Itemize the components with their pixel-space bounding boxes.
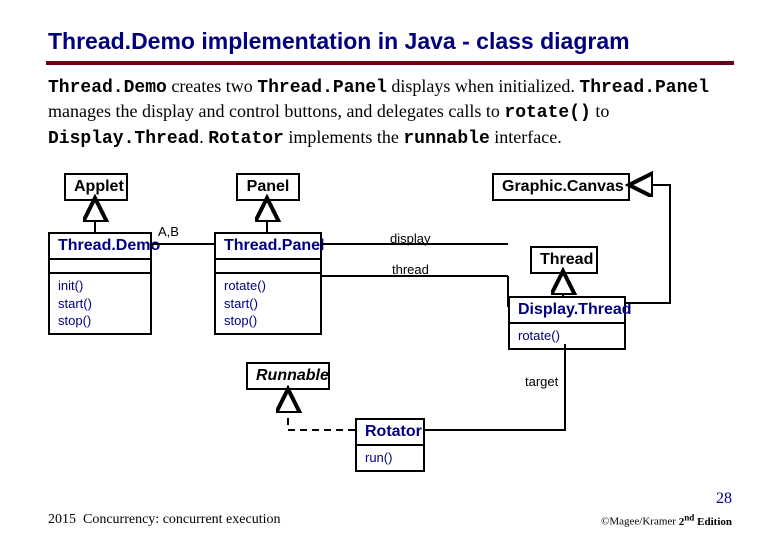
slide-title: Thread.Demo implementation in Java - cla… bbox=[0, 0, 780, 61]
class-name: Thread.Panel bbox=[216, 234, 320, 258]
footer-year: 2015 bbox=[48, 512, 76, 527]
t: . bbox=[199, 127, 208, 147]
class-name: Panel bbox=[238, 175, 298, 199]
t: to bbox=[591, 101, 610, 121]
title-rule bbox=[46, 61, 734, 65]
class-attrs bbox=[216, 258, 320, 272]
copy-pre: ©Magee/Kramer bbox=[601, 516, 679, 528]
class-panel: Panel bbox=[236, 173, 300, 201]
class-threadpanel: Thread.Panel rotate()start()stop() bbox=[214, 232, 322, 335]
t: displays when initialized. bbox=[387, 76, 579, 96]
class-name: Applet bbox=[66, 175, 126, 199]
class-applet: Applet bbox=[64, 173, 128, 201]
copy-post: Edition bbox=[694, 516, 732, 528]
assoc-role-thread: thread bbox=[392, 262, 429, 277]
t: manages the display and control buttons,… bbox=[48, 101, 504, 121]
code: runnable bbox=[403, 129, 489, 149]
class-graphiccanvas: Graphic.Canvas bbox=[492, 173, 630, 201]
assoc-role-target: target bbox=[525, 374, 558, 389]
assoc-role-display: display bbox=[390, 231, 430, 246]
t: interface. bbox=[490, 127, 562, 147]
code: rotate() bbox=[504, 103, 590, 123]
class-methods: run() bbox=[357, 444, 423, 470]
class-diagram: Applet Panel Graphic.Canvas Thread.Demo … bbox=[46, 168, 734, 468]
class-name: Thread.Demo bbox=[50, 234, 150, 258]
code: Rotator bbox=[208, 129, 284, 149]
class-name: Graphic.Canvas bbox=[494, 175, 628, 199]
class-name: Thread bbox=[532, 248, 596, 272]
class-name: Display.Thread bbox=[510, 298, 624, 322]
description-text: Thread.Demo creates two Thread.Panel dis… bbox=[0, 73, 780, 155]
class-threaddemo: Thread.Demo init()start()stop() bbox=[48, 232, 152, 335]
class-methods: rotate() bbox=[510, 322, 624, 348]
footer-left: 2015 Concurrency: concurrent execution bbox=[48, 512, 280, 528]
class-methods: init()start()stop() bbox=[50, 272, 150, 333]
t: implements the bbox=[284, 127, 403, 147]
class-rotator: Rotator run() bbox=[355, 418, 425, 472]
footer-right: ©Magee/Kramer 2nd Edition bbox=[601, 512, 732, 528]
class-attrs bbox=[50, 258, 150, 272]
footer-course: Concurrency: concurrent execution bbox=[83, 512, 280, 527]
code: Thread.Demo bbox=[48, 78, 167, 98]
class-displaythread: Display.Thread rotate() bbox=[508, 296, 626, 350]
class-methods: rotate()start()stop() bbox=[216, 272, 320, 333]
code: Thread.Panel bbox=[257, 78, 387, 98]
assoc-label-ab: A,B bbox=[158, 224, 179, 239]
code: Display.Thread bbox=[48, 129, 199, 149]
code: Thread.Panel bbox=[579, 78, 709, 98]
class-name: Runnable bbox=[248, 364, 328, 388]
t: creates two bbox=[167, 76, 257, 96]
copy-sup: nd bbox=[684, 512, 694, 522]
page-number: 28 bbox=[716, 490, 732, 508]
class-runnable: Runnable bbox=[246, 362, 330, 390]
class-name: Rotator bbox=[357, 420, 423, 444]
class-thread: Thread bbox=[530, 246, 598, 274]
